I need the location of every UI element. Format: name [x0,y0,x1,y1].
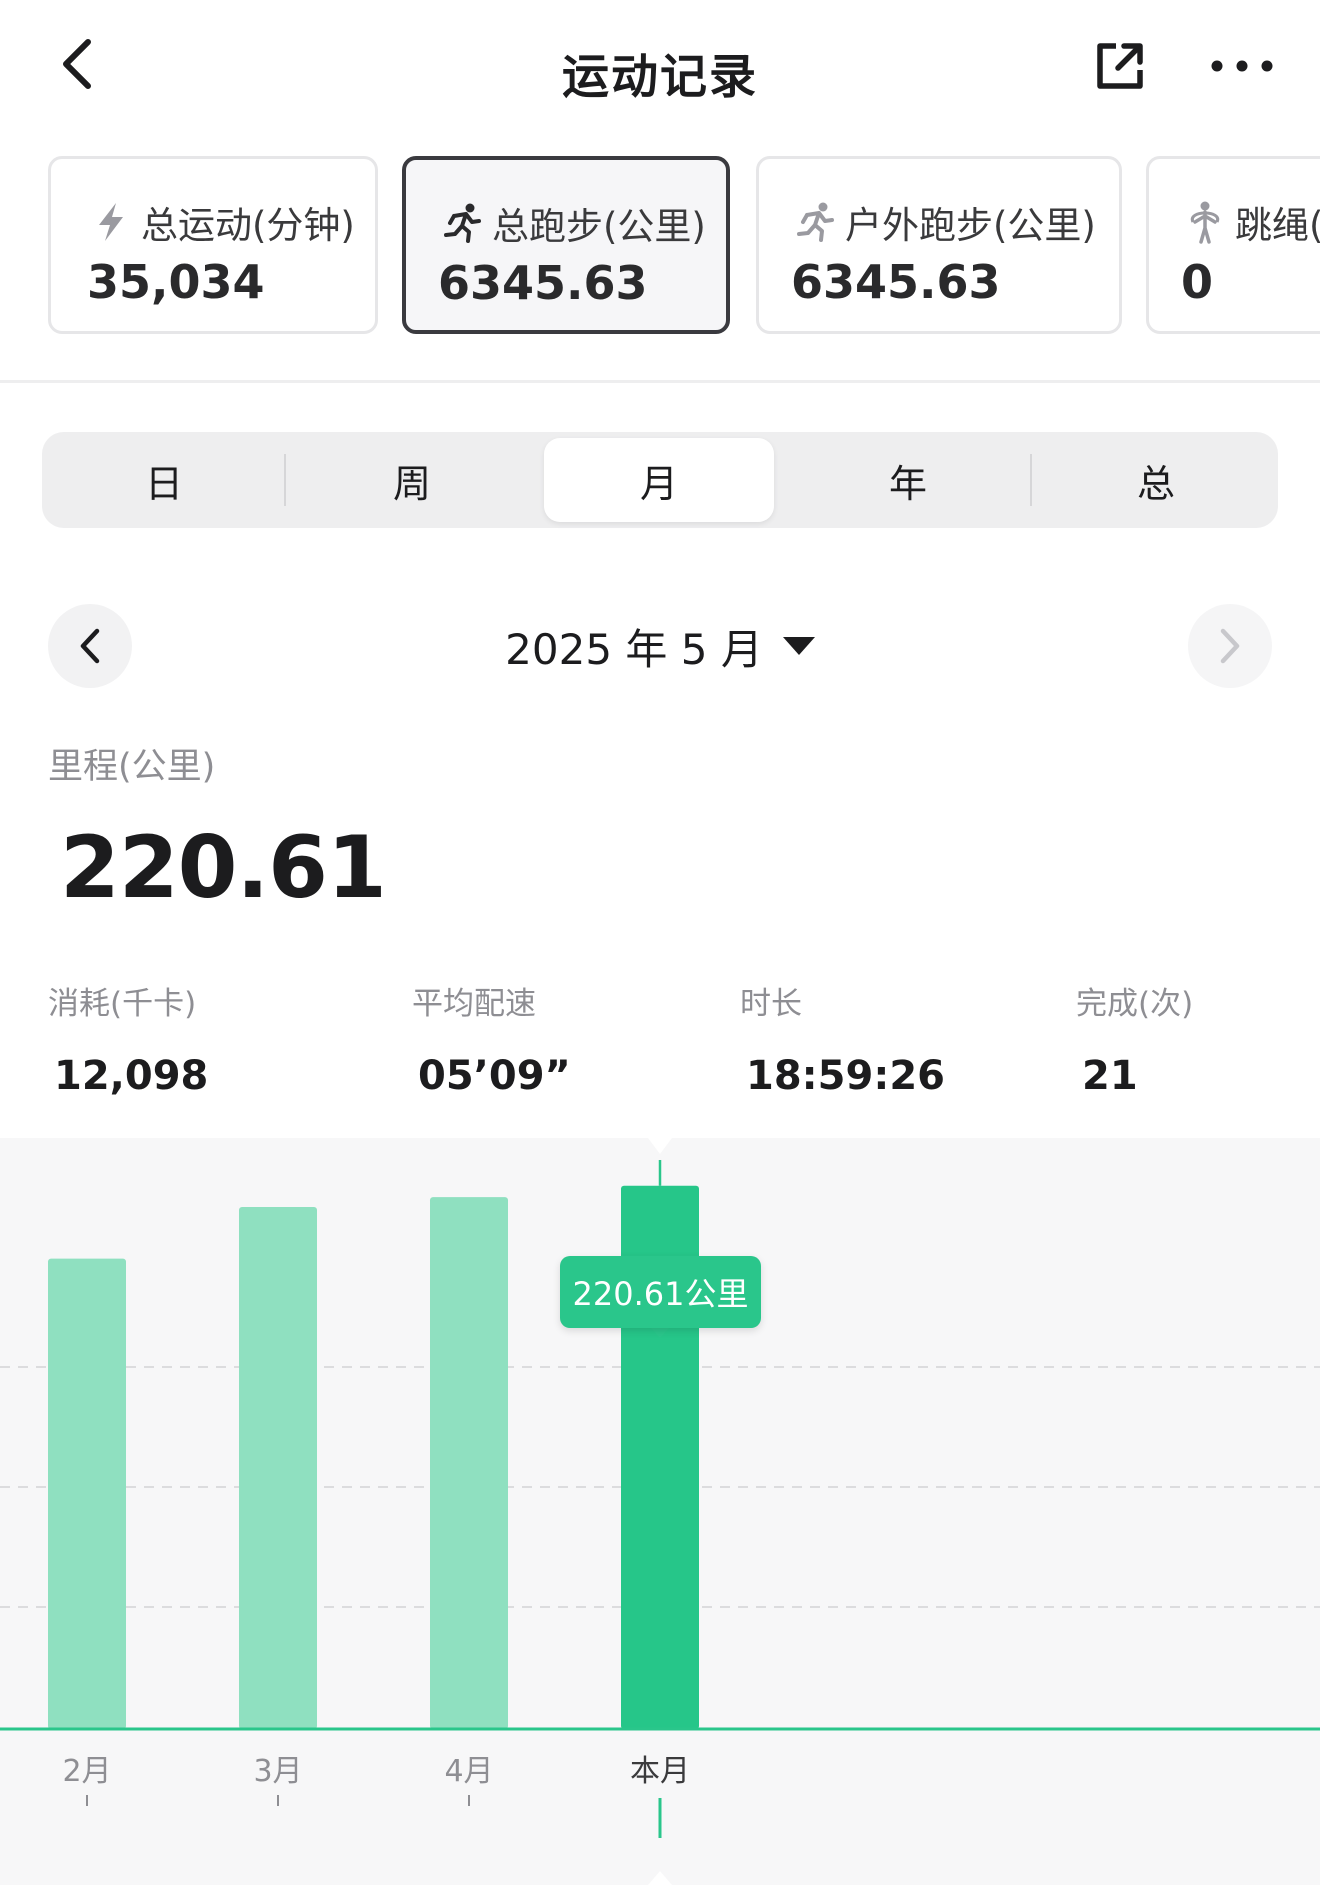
next-period-button[interactable] [1188,604,1272,688]
card-total-running[interactable]: 总跑步(公里) 6345.63 [402,156,730,334]
card-label: 跳绳( [1235,204,1320,247]
jump-rope-icon [1185,201,1225,244]
stat-label: 完成(次) [1076,986,1194,1022]
tab-separator [1030,454,1032,506]
stat-completed: 完成(次) 21 [1076,978,1193,1099]
stat-value: 18:59:26 [746,1053,945,1099]
chevron-right-icon [1220,628,1240,664]
stat-duration: 时长 18:59:26 [740,978,945,1099]
date-picker[interactable]: 2025 年 5 月 [440,616,880,676]
tab-year[interactable]: 年 [788,432,1028,528]
stat-value: 05’09” [418,1053,571,1099]
date-label: 2025 年 5 月 [505,624,763,674]
card-label: 总运动(分钟) [141,204,355,247]
stat-label: 消耗(千卡) [48,986,197,1022]
x-tick-label: 本月 [630,1754,690,1789]
metric-value: 220.61 [60,818,387,918]
card-total-exercise[interactable]: 总运动(分钟) 35,034 [48,156,378,334]
mileage-bar-chart[interactable]: 220.61公里 2月 3月 4月 本月 [0,1138,1320,1885]
chart-bar[interactable] [48,1258,126,1729]
x-tick-label: 2月 [62,1754,112,1789]
dropdown-caret-icon [782,637,815,655]
chart-tooltip: 220.61公里 [560,1256,761,1328]
card-label: 户外跑步(公里) [845,204,1096,247]
metric-label: 里程(公里) [48,747,216,787]
x-tick-label: 3月 [253,1754,303,1789]
app-header: 运动记录 [0,0,1320,135]
lightning-icon [91,201,131,243]
card-value: 0 [1181,255,1214,309]
more-button[interactable] [1206,36,1278,96]
tab-separator [284,454,286,506]
stat-value: 21 [1082,1053,1138,1099]
share-button[interactable] [1090,36,1150,96]
card-label: 总跑步(公里) [492,205,706,248]
card-value: 6345.63 [791,255,1001,309]
tab-day[interactable]: 日 [44,432,284,528]
chevron-left-icon [80,628,100,664]
more-horizontal-icon [1211,60,1273,72]
share-external-icon [1097,43,1143,89]
runner-icon [795,201,835,243]
tab-total[interactable]: 总 [1036,432,1276,528]
stat-label: 平均配速 [412,986,536,1022]
tab-month[interactable]: 月 [544,438,774,522]
card-value: 35,034 [87,255,265,309]
period-segmented-control: 日 周 月 年 总 [42,432,1278,528]
sport-type-cards: 总运动(分钟) 35,034 总跑步(公里) 6345.63 户外跑步(公里) … [0,156,1320,336]
tab-week[interactable]: 周 [292,432,532,528]
stat-calories: 消耗(千卡) 12,098 [48,978,208,1099]
chart-bar[interactable] [430,1197,508,1729]
section-divider [0,380,1320,383]
card-value: 6345.63 [438,256,648,310]
stat-avg-pace: 平均配速 05’09” [412,978,571,1099]
previous-period-button[interactable] [48,604,132,688]
card-jump-rope[interactable]: 跳绳( 0 [1146,156,1320,334]
bottom-notch-marker [648,1871,672,1885]
x-tick-label: 4月 [444,1754,494,1789]
stat-label: 时长 [740,986,802,1022]
card-outdoor-running[interactable]: 户外跑步(公里) 6345.63 [756,156,1122,334]
stat-value: 12,098 [54,1053,209,1099]
runner-icon [442,202,482,244]
top-notch-marker [648,1138,672,1154]
chart-bar[interactable] [239,1206,317,1729]
